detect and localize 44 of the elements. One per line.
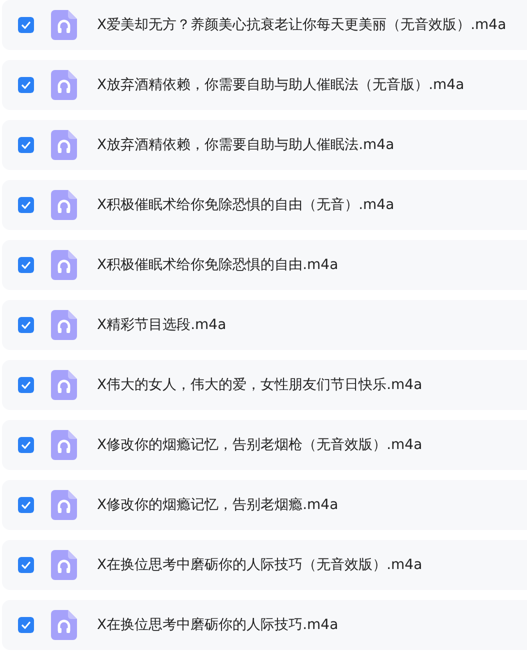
file-row[interactable]: X伟大的女人，伟大的爱，女性朋友们节日快乐.m4a <box>2 360 527 410</box>
file-row[interactable]: X修改你的烟瘾记忆，告别老烟枪（无音效版）.m4a <box>2 420 527 470</box>
checkbox[interactable] <box>18 497 34 513</box>
audio-file-icon <box>51 10 77 40</box>
file-name: X精彩节目选段.m4a <box>97 316 226 334</box>
checkbox[interactable] <box>18 17 34 33</box>
file-name: X在换位思考中磨砺你的人际技巧（无音效版）.m4a <box>97 556 422 574</box>
checkbox[interactable] <box>18 77 34 93</box>
audio-file-icon <box>51 490 77 520</box>
file-name: X积极催眠术给你免除恐惧的自由.m4a <box>97 256 338 274</box>
audio-file-icon <box>51 610 77 640</box>
file-name: X积极催眠术给你免除恐惧的自由（无音）.m4a <box>97 196 394 214</box>
checkbox[interactable] <box>18 317 34 333</box>
file-row[interactable]: X爱美却无方？养颜美心抗衰老让你每天更美丽（无音效版）.m4a <box>2 0 527 50</box>
file-row[interactable]: X放弃酒精依赖，你需要自助与助人催眠法（无音版）.m4a <box>2 60 527 110</box>
checkbox[interactable] <box>18 437 34 453</box>
checkbox[interactable] <box>18 197 34 213</box>
checkbox[interactable] <box>18 617 34 633</box>
file-row[interactable]: X放弃酒精依赖，你需要自助与助人催眠法.m4a <box>2 120 527 170</box>
checkbox[interactable] <box>18 257 34 273</box>
audio-file-icon <box>51 190 77 220</box>
file-name: X放弃酒精依赖，你需要自助与助人催眠法（无音版）.m4a <box>97 76 464 94</box>
checkbox[interactable] <box>18 137 34 153</box>
audio-file-icon <box>51 70 77 100</box>
audio-file-icon <box>51 430 77 460</box>
file-name: X修改你的烟瘾记忆，告别老烟枪（无音效版）.m4a <box>97 436 422 454</box>
file-row[interactable]: X精彩节目选段.m4a <box>2 300 527 350</box>
file-name: X爱美却无方？养颜美心抗衰老让你每天更美丽（无音效版）.m4a <box>97 16 506 34</box>
file-row[interactable]: X积极催眠术给你免除恐惧的自由（无音）.m4a <box>2 180 527 230</box>
audio-file-icon <box>51 250 77 280</box>
file-name: X修改你的烟瘾记忆，告别老烟瘾.m4a <box>97 496 338 514</box>
audio-file-icon <box>51 550 77 580</box>
checkbox[interactable] <box>18 377 34 393</box>
file-name: X伟大的女人，伟大的爱，女性朋友们节日快乐.m4a <box>97 376 422 394</box>
file-row[interactable]: X在换位思考中磨砺你的人际技巧（无音效版）.m4a <box>2 540 527 590</box>
audio-file-icon <box>51 310 77 340</box>
file-row[interactable]: X修改你的烟瘾记忆，告别老烟瘾.m4a <box>2 480 527 530</box>
file-row[interactable]: X在换位思考中磨砺你的人际技巧.m4a <box>2 600 527 650</box>
file-row[interactable]: X积极催眠术给你免除恐惧的自由.m4a <box>2 240 527 290</box>
audio-file-icon <box>51 130 77 160</box>
audio-file-icon <box>51 370 77 400</box>
checkbox[interactable] <box>18 557 34 573</box>
file-name: X放弃酒精依赖，你需要自助与助人催眠法.m4a <box>97 136 394 154</box>
file-name: X在换位思考中磨砺你的人际技巧.m4a <box>97 616 338 634</box>
